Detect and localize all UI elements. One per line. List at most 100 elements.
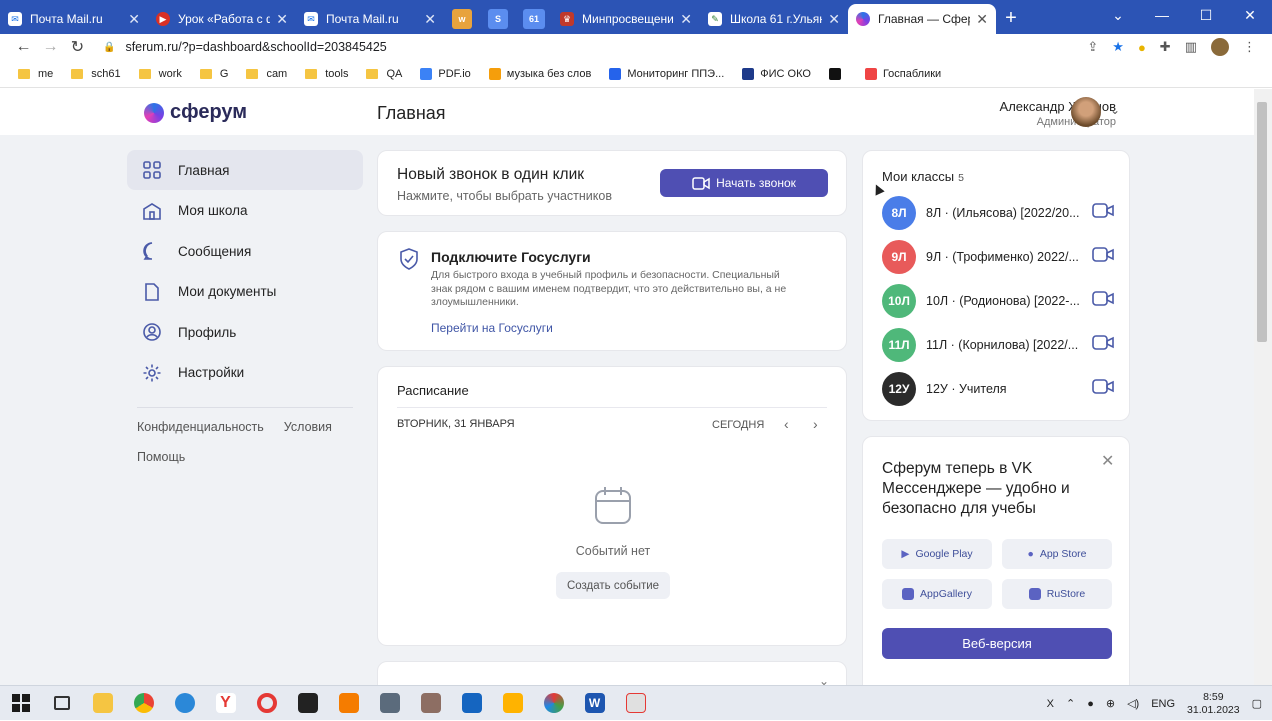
forward-icon[interactable]: → <box>37 38 64 56</box>
app-store-button[interactable]: ● App Store <box>1002 539 1112 569</box>
calculator-icon[interactable] <box>369 686 410 721</box>
profile-avatar-icon[interactable] <box>1211 38 1229 56</box>
video-call-icon[interactable] <box>1092 203 1114 223</box>
bookmark-item[interactable]: Госпаблики <box>864 67 941 80</box>
close-icon[interactable]: ✕ <box>680 11 692 28</box>
class-row[interactable]: 8Л 8Л · (Ильясова) [2022/20... <box>882 196 1114 230</box>
bookmark-item[interactable] <box>828 67 847 80</box>
tab-ministry[interactable]: ♛ Минпросвещения Ро ✕ <box>552 4 700 34</box>
sidebar-item-messages[interactable]: Сообщения <box>127 231 363 271</box>
edge-icon[interactable] <box>164 686 205 721</box>
notifications-icon[interactable]: ▢ <box>1252 697 1262 710</box>
close-window-button[interactable]: ✕ <box>1228 0 1272 30</box>
bookmark-item[interactable]: музыка без слов <box>488 67 591 80</box>
video-call-icon[interactable] <box>1092 247 1114 267</box>
privacy-link[interactable]: Конфиденциальность <box>137 420 264 434</box>
avatar[interactable] <box>1071 97 1101 127</box>
tab-sferum[interactable]: Главная — Сферум ✕ <box>848 4 996 34</box>
new-tab-button[interactable]: + <box>996 4 1026 34</box>
chevron-right-icon[interactable]: › <box>813 416 818 432</box>
help-link[interactable]: Помощь <box>137 450 185 464</box>
chevron-up-icon[interactable]: ⌃ <box>1066 697 1075 710</box>
terminal-icon[interactable] <box>287 686 328 721</box>
maximize-button[interactable]: ☐ <box>1184 0 1228 30</box>
bookmark-item[interactable]: cam <box>246 68 287 80</box>
share-icon[interactable]: ⇪ <box>1087 39 1098 55</box>
bookmark-star-icon[interactable]: ★ <box>1112 39 1124 55</box>
sferum-logo[interactable]: сферум <box>144 101 247 124</box>
chevron-down-icon[interactable]: ⌄ <box>1096 0 1140 30</box>
tab-s[interactable]: S <box>480 4 516 34</box>
chevron-down-icon[interactable]: ⌄ <box>819 674 829 685</box>
microphone-icon[interactable]: ● <box>1087 698 1094 710</box>
bookmark-item[interactable]: work <box>138 68 182 80</box>
sidebar-item-my-school[interactable]: Моя школа <box>127 191 363 231</box>
keyboard-icon[interactable]: X <box>1047 698 1054 710</box>
close-icon[interactable]: ✕ <box>276 11 288 28</box>
bookmark-item[interactable]: me <box>18 68 53 80</box>
language-indicator[interactable]: ENG <box>1151 698 1175 710</box>
close-icon[interactable]: ✕ <box>424 11 436 28</box>
yandex-browser-icon[interactable]: Y <box>205 686 246 721</box>
rustore-button[interactable]: RuStore <box>1002 579 1112 609</box>
sidepanel-icon[interactable]: ▥ <box>1185 39 1197 55</box>
network-icon[interactable]: ⊕ <box>1106 697 1115 710</box>
chevron-left-icon[interactable]: ‹ <box>784 416 789 432</box>
app-icon[interactable] <box>615 686 656 721</box>
class-row[interactable]: 11Л 11Л · (Корнилова) [2022/... <box>882 328 1114 362</box>
puzzle-icon[interactable]: ✚ <box>1160 39 1171 55</box>
sublime-icon[interactable] <box>328 686 369 721</box>
chevron-down-icon[interactable]: ⌄ <box>1110 103 1120 117</box>
terms-link[interactable]: Условия <box>284 420 332 434</box>
tab-lesson[interactable]: ▶ Урок «Работа с файл ✕ <box>148 4 296 34</box>
today-button[interactable]: СЕГОДНЯ <box>712 419 764 431</box>
close-icon[interactable]: ✕ <box>828 11 840 28</box>
class-row[interactable]: 10Л 10Л · (Родионова) [2022-... <box>882 284 1114 318</box>
menu-icon[interactable]: ⋮ <box>1243 39 1256 55</box>
tab-school[interactable]: ✎ Школа 61 г.Ульяновс ✕ <box>700 4 848 34</box>
reload-icon[interactable]: ↻ <box>64 37 91 57</box>
task-view-icon[interactable] <box>41 686 82 721</box>
create-event-button[interactable]: Создать событие <box>556 572 670 599</box>
bookmark-item[interactable]: QA <box>366 68 402 80</box>
sidebar-item-profile[interactable]: Профиль <box>127 312 363 352</box>
bookmark-item[interactable]: Мониторинг ППЭ... <box>609 67 724 80</box>
close-icon[interactable]: ✕ <box>128 11 140 28</box>
address-bar[interactable]: 🔒 sferum.ru/?p=dashboard&schoolId=203845… <box>103 40 1087 54</box>
file-explorer-icon[interactable] <box>82 686 123 721</box>
video-call-icon[interactable] <box>1092 379 1114 399</box>
tab-61[interactable]: 61 <box>516 4 552 34</box>
sidebar-item-home[interactable]: Главная <box>127 150 363 190</box>
bookmark-item[interactable]: G <box>199 68 228 80</box>
bookmark-item[interactable]: sch61 <box>71 68 121 80</box>
minimize-button[interactable]: — <box>1140 0 1184 30</box>
app-icon[interactable] <box>451 686 492 721</box>
gosuslugi-link[interactable]: Перейти на Госуслуги <box>431 321 553 335</box>
tab-mail-2[interactable]: ✉ Почта Mail.ru ✕ <box>296 4 444 34</box>
close-icon[interactable]: ✕ <box>976 11 988 28</box>
app-icon[interactable] <box>410 686 451 721</box>
appgallery-button[interactable]: AppGallery <box>882 579 992 609</box>
sidebar-item-documents[interactable]: Мои документы <box>127 272 363 312</box>
tab-mail-1[interactable]: ✉ Почта Mail.ru ✕ <box>0 4 148 34</box>
app-icon[interactable] <box>533 686 574 721</box>
class-row[interactable]: 9Л 9Л · (Трофименко) 2022/... <box>882 240 1114 274</box>
volume-icon[interactable]: ◁) <box>1127 697 1139 710</box>
extension-badge-icon[interactable]: ● <box>1138 40 1146 55</box>
video-call-icon[interactable] <box>1092 291 1114 311</box>
tab-w[interactable]: w <box>444 4 480 34</box>
app-icon[interactable] <box>492 686 533 721</box>
sidebar-item-settings[interactable]: Настройки <box>127 353 363 393</box>
word-icon[interactable]: W <box>574 686 615 721</box>
web-version-button[interactable]: Веб-версия <box>882 628 1112 659</box>
bookmark-item[interactable]: tools <box>305 68 348 80</box>
opera-icon[interactable] <box>246 686 287 721</box>
clock[interactable]: 8:59 31.01.2023 <box>1187 691 1240 717</box>
back-icon[interactable]: ← <box>10 38 37 56</box>
video-call-icon[interactable] <box>1092 335 1114 355</box>
bookmark-item[interactable]: ФИС ОКО <box>742 67 811 80</box>
bookmark-item[interactable]: PDF.io <box>420 67 471 80</box>
scrollbar-thumb[interactable] <box>1257 102 1267 342</box>
google-play-button[interactable]: ▶ Google Play <box>882 539 992 569</box>
start-call-button[interactable]: Начать звонок <box>660 169 828 197</box>
